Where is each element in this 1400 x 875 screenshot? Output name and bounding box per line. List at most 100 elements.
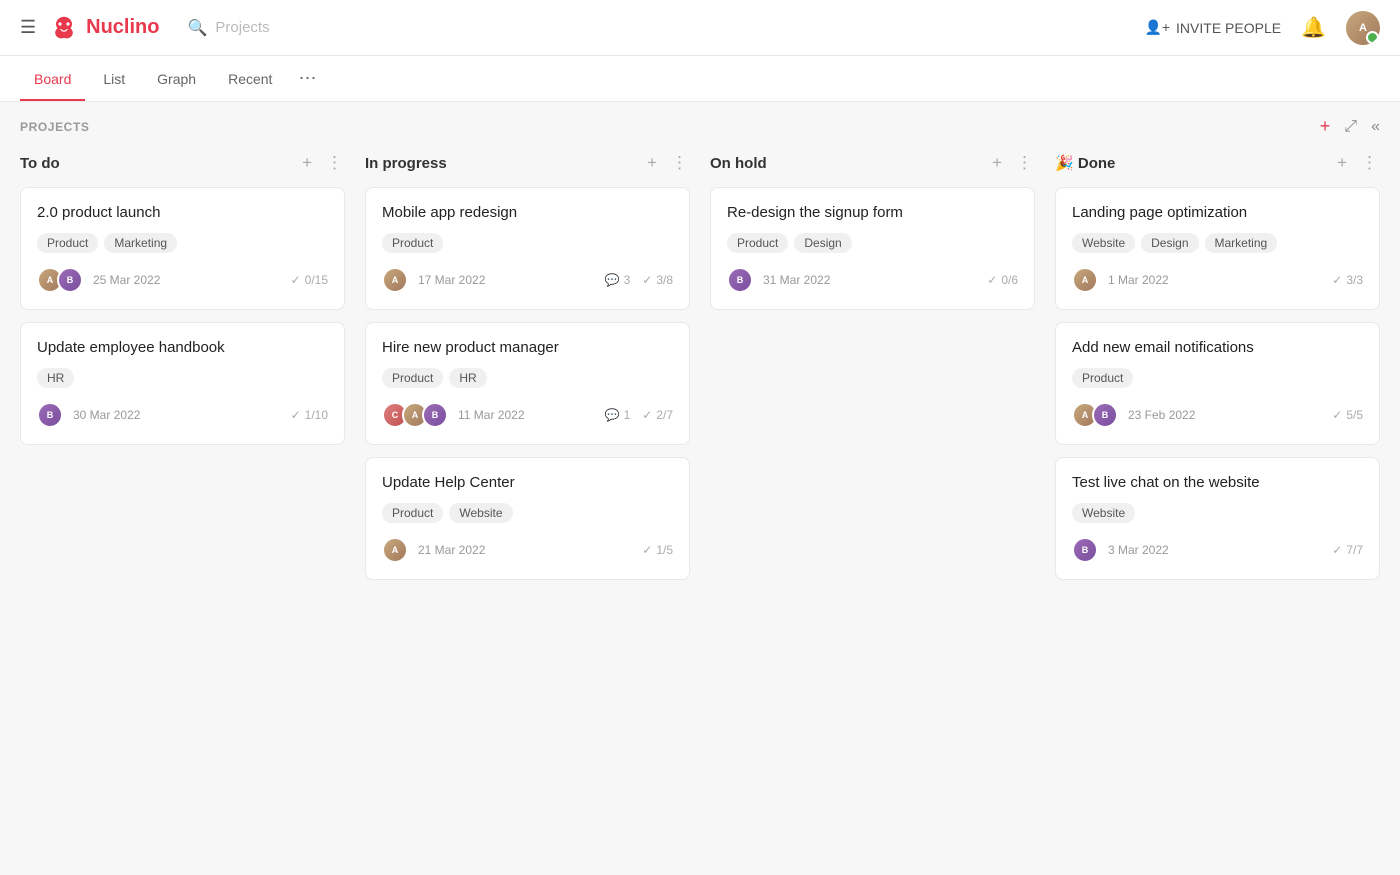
expand-icon[interactable]: ⤢ <box>1344 118 1357 136</box>
column-header-inprogress: In progress + ⋮ <box>365 151 690 175</box>
card-comments: 💬 3 <box>605 273 631 287</box>
card-footer: A1 Mar 2022✓ 3/3 <box>1072 267 1363 293</box>
card-tag[interactable]: Product <box>1072 368 1133 388</box>
card-tags: Product <box>382 233 673 253</box>
column-add-button[interactable]: + <box>645 151 659 175</box>
check-icon: ✓ <box>642 408 652 422</box>
card-checklist: ✓ 3/3 <box>1332 273 1363 287</box>
card-checklist: ✓ 5/5 <box>1332 408 1363 422</box>
card-tags: Product HR <box>382 368 673 388</box>
card-date: 3 Mar 2022 <box>1108 543 1169 557</box>
card-avatar: B <box>1092 402 1118 428</box>
card-tag[interactable]: Product <box>382 503 443 523</box>
check-icon: ✓ <box>642 273 652 287</box>
column-more-button[interactable]: ⋮ <box>669 151 690 175</box>
card-date: 30 Mar 2022 <box>73 408 140 422</box>
tab-recent[interactable]: Recent <box>214 59 286 101</box>
tab-list[interactable]: List <box>89 59 139 101</box>
kanban-card[interactable]: Add new email notificationsProductAB23 F… <box>1055 322 1380 445</box>
column-actions-todo: + ⋮ <box>300 151 345 175</box>
comment-icon: 💬 <box>605 273 620 287</box>
card-date: 31 Mar 2022 <box>763 273 830 287</box>
card-footer: AB25 Mar 2022✓ 0/15 <box>37 267 328 293</box>
card-meta: ✓ 1/5 <box>642 543 673 557</box>
card-avatar: A <box>382 537 408 563</box>
card-tag[interactable]: Website <box>449 503 512 523</box>
card-tag[interactable]: Website <box>1072 503 1135 523</box>
notification-bell[interactable]: 🔔 <box>1301 15 1326 40</box>
card-tag[interactable]: Design <box>1141 233 1198 253</box>
kanban-card[interactable]: Mobile app redesignProductA17 Mar 2022💬 … <box>365 187 690 310</box>
card-avatar: B <box>1072 537 1098 563</box>
search-icon: 🔍 <box>187 18 207 38</box>
tab-graph[interactable]: Graph <box>143 59 210 101</box>
column-more-button[interactable]: ⋮ <box>1014 151 1035 175</box>
user-avatar[interactable]: A <box>1346 11 1380 45</box>
column-more-button[interactable]: ⋮ <box>1359 151 1380 175</box>
card-avatar: A <box>382 267 408 293</box>
card-title: Landing page optimization <box>1072 204 1363 221</box>
kanban-card[interactable]: Update employee handbookHRB30 Mar 2022✓ … <box>20 322 345 445</box>
card-tags: HR <box>37 368 328 388</box>
column-actions-inprogress: + ⋮ <box>645 151 690 175</box>
card-title: Add new email notifications <box>1072 339 1363 356</box>
card-avatars: AB <box>37 267 83 293</box>
card-title: Test live chat on the website <box>1072 474 1363 491</box>
card-tag[interactable]: Product <box>382 368 443 388</box>
column-header-onhold: On hold + ⋮ <box>710 151 1035 175</box>
card-avatars: A <box>382 267 408 293</box>
card-tag[interactable]: Marketing <box>104 233 177 253</box>
card-tag[interactable]: Product <box>382 233 443 253</box>
check-icon: ✓ <box>987 273 997 287</box>
search-placeholder: Projects <box>215 19 269 36</box>
card-avatar: A <box>1072 267 1098 293</box>
logo-icon <box>48 14 80 42</box>
collapse-icon[interactable]: « <box>1371 118 1380 136</box>
card-tag[interactable]: Design <box>794 233 851 253</box>
kanban-card[interactable]: Hire new product managerProductHRCAB11 M… <box>365 322 690 445</box>
add-column-button[interactable]: + <box>1320 116 1331 137</box>
column-more-button[interactable]: ⋮ <box>324 151 345 175</box>
kanban-card[interactable]: Update Help CenterProductWebsiteA21 Mar … <box>365 457 690 580</box>
tabs-more-icon[interactable]: ⋯ <box>290 60 324 97</box>
card-footer: B31 Mar 2022✓ 0/6 <box>727 267 1018 293</box>
card-tags: Website Design Marketing <box>1072 233 1363 253</box>
card-meta: ✓ 3/3 <box>1332 273 1363 287</box>
column-add-button[interactable]: + <box>990 151 1004 175</box>
card-footer: AB23 Feb 2022✓ 5/5 <box>1072 402 1363 428</box>
kanban-card[interactable]: Re-design the signup formProductDesignB3… <box>710 187 1035 310</box>
column-done: 🎉 Done + ⋮ Landing page optimization Webs… <box>1055 151 1380 592</box>
invite-button[interactable]: 👤+ INVITE PEOPLE <box>1144 19 1281 36</box>
column-add-button[interactable]: + <box>300 151 314 175</box>
hamburger-icon[interactable]: ☰ <box>20 17 36 38</box>
card-tag[interactable]: HR <box>449 368 486 388</box>
card-tag[interactable]: HR <box>37 368 74 388</box>
card-avatars: A <box>382 537 408 563</box>
column-add-button[interactable]: + <box>1335 151 1349 175</box>
card-date: 25 Mar 2022 <box>93 273 160 287</box>
kanban-card[interactable]: Test live chat on the website Website B 3 M… <box>1055 457 1380 580</box>
search-bar[interactable]: 🔍 Projects <box>187 18 269 38</box>
card-meta: ✓ 1/10 <box>291 408 328 422</box>
tab-board[interactable]: Board <box>20 59 85 101</box>
card-tag[interactable]: Product <box>727 233 788 253</box>
kanban-card[interactable]: 2.0 product launchProductMarketingAB25 M… <box>20 187 345 310</box>
card-avatars: B <box>1072 537 1098 563</box>
card-checklist: ✓ 0/6 <box>987 273 1018 287</box>
card-tag[interactable]: Product <box>37 233 98 253</box>
card-tag[interactable]: Website <box>1072 233 1135 253</box>
card-meta: ✓ 0/6 <box>987 273 1018 287</box>
topbar: ☰ Nuclino 🔍 Projects 👤+ INVITE PEOPLE 🔔 … <box>0 0 1400 56</box>
comment-icon: 💬 <box>605 408 620 422</box>
card-avatar: B <box>37 402 63 428</box>
column-emoji: 🎉 <box>1055 155 1074 172</box>
check-icon: ✓ <box>642 543 652 557</box>
card-tag[interactable]: Marketing <box>1205 233 1278 253</box>
card-footer: B3 Mar 2022✓ 7/7 <box>1072 537 1363 563</box>
column-actions-onhold: + ⋮ <box>990 151 1035 175</box>
column-header-done: 🎉 Done + ⋮ <box>1055 151 1380 175</box>
card-avatar: B <box>422 402 448 428</box>
card-date: 23 Feb 2022 <box>1128 408 1195 422</box>
card-avatars: CAB <box>382 402 448 428</box>
kanban-card[interactable]: Landing page optimization Website Design Ma… <box>1055 187 1380 310</box>
